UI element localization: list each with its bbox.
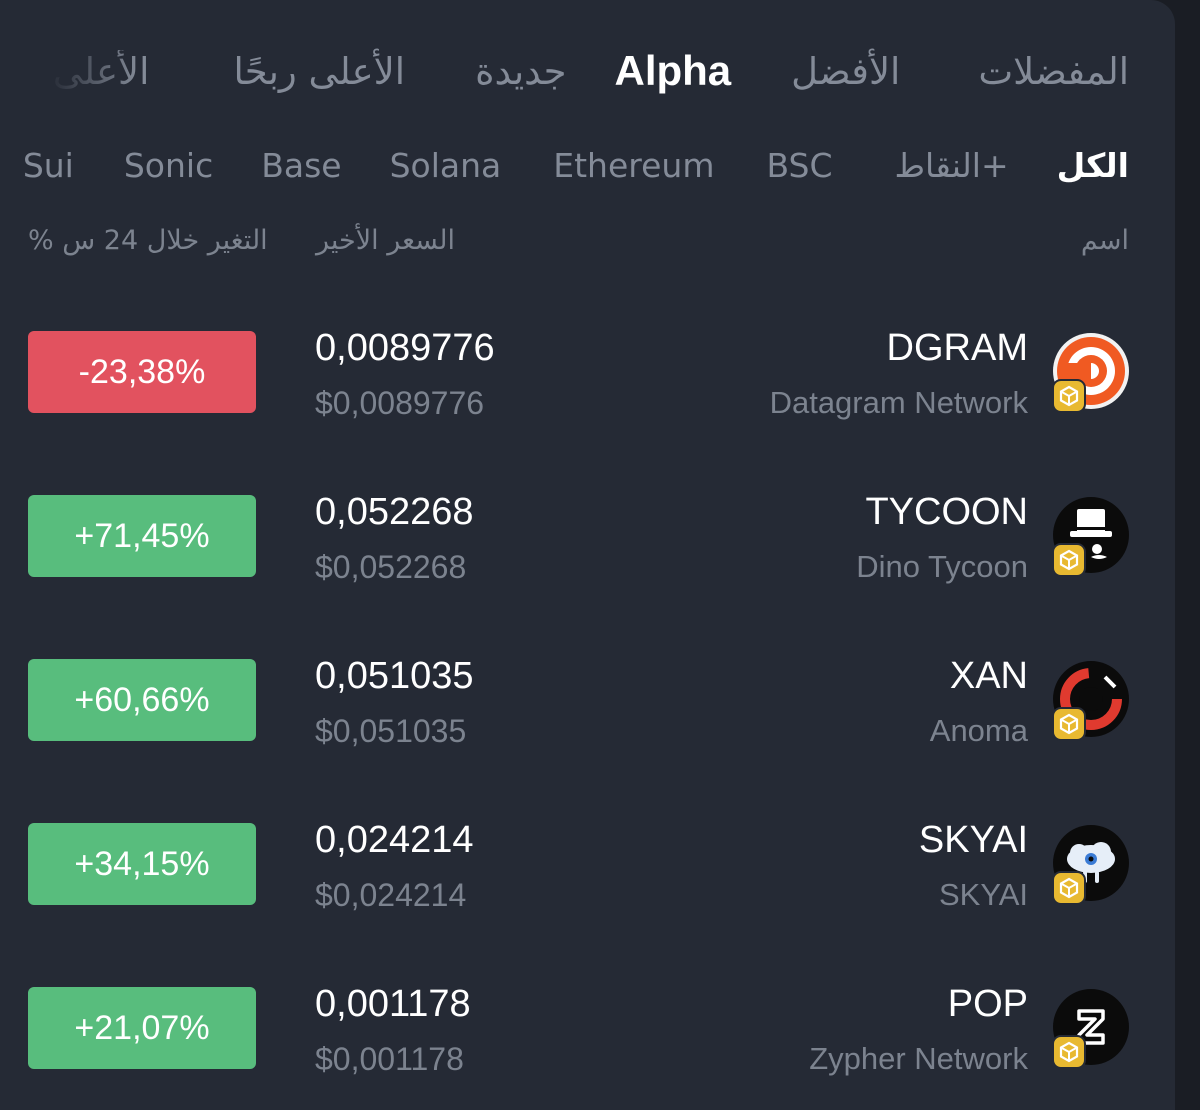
page-edge (1175, 0, 1200, 1110)
tab-new[interactable]: جديدة (475, 50, 566, 93)
price-usd: $0,001178 (315, 1041, 464, 1077)
tab-alpha[interactable]: Alpha (614, 47, 731, 95)
token-list: -23,38% 0,0089776 $0,0089776 DGRAM Datag… (0, 289, 1175, 1109)
header-name[interactable]: اسم (1081, 225, 1129, 256)
price-usd: $0,024214 (315, 877, 467, 913)
token-name: SKYAI (938, 877, 1028, 912)
price-usd: $0,052268 (315, 549, 467, 585)
tab-top-gainers[interactable]: الأعلى ربحًا (233, 50, 405, 93)
chain-base[interactable]: Base (261, 146, 341, 185)
token-symbol: TYCOON (865, 491, 1028, 533)
price-usd: $0,0089776 (315, 385, 485, 421)
token-row[interactable]: -23,38% 0,0089776 $0,0089776 DGRAM Datag… (0, 289, 1175, 453)
token-row[interactable]: +21,07% 0,001178 $0,001178 POP Zypher Ne… (0, 945, 1175, 1109)
token-name: Dino Tycoon (856, 549, 1028, 584)
change-badge[interactable]: +34,15% (28, 823, 256, 905)
token-row[interactable]: +60,66% 0,051035 $0,051035 XAN Anoma (0, 617, 1175, 781)
chain-filter-tabs: الكل النقاط+ BSC Ethereum Solana Base So… (0, 135, 1175, 195)
last-price: 0,051035 (315, 655, 474, 697)
chain-all[interactable]: الكل (1057, 146, 1129, 185)
last-price: 0,0089776 (315, 327, 495, 369)
header-24h-change[interactable]: % التغير خلال 24 س (28, 225, 268, 256)
change-badge[interactable]: +71,45% (28, 495, 256, 577)
token-name: Datagram Network (769, 385, 1028, 420)
last-price: 0,024214 (315, 819, 474, 861)
token-name: Zypher Network (809, 1041, 1028, 1076)
change-badge[interactable]: +60,66% (28, 659, 256, 741)
chain-sui[interactable]: Sui (23, 146, 74, 185)
chain-points[interactable]: النقاط+ (895, 146, 1009, 185)
change-badge[interactable]: +21,07% (28, 987, 256, 1069)
bnb-chain-icon (1052, 871, 1086, 905)
change-badge[interactable]: -23,38% (28, 331, 256, 413)
tab-highest[interactable]: الأعلى (53, 50, 150, 93)
token-symbol: DGRAM (886, 327, 1028, 369)
token-symbol: SKYAI (918, 819, 1028, 861)
tab-favorites[interactable]: المفضلات (978, 50, 1129, 93)
chain-ethereum[interactable]: Ethereum (553, 146, 714, 185)
bnb-chain-icon (1052, 1035, 1086, 1069)
tab-top[interactable]: الأفضل (791, 50, 900, 93)
column-headers: اسم السعر الأخير % التغير خلال 24 س (0, 225, 1175, 275)
bnb-chain-icon (1052, 543, 1086, 577)
token-symbol: POP (947, 983, 1028, 1025)
token-row[interactable]: +34,15% 0,024214 $0,024214 SKYAI SKYAI (0, 781, 1175, 945)
market-panel: المفضلات الأفضل Alpha جديدة الأعلى ربحًا… (0, 0, 1175, 1110)
token-name: Anoma (929, 713, 1028, 748)
last-price: 0,001178 (315, 983, 471, 1025)
chain-bsc[interactable]: BSC (766, 146, 832, 185)
last-price: 0,052268 (315, 491, 474, 533)
chain-solana[interactable]: Solana (390, 146, 502, 185)
price-usd: $0,051035 (315, 713, 467, 749)
bnb-chain-icon (1052, 707, 1086, 741)
bnb-chain-icon (1052, 379, 1086, 413)
header-last-price[interactable]: السعر الأخير (316, 225, 455, 256)
token-symbol: XAN (949, 655, 1028, 697)
token-row[interactable]: +71,45% 0,052268 $0,052268 TYCOON Dino T… (0, 453, 1175, 617)
chain-sonic[interactable]: Sonic (124, 146, 213, 185)
category-tabs: المفضلات الأفضل Alpha جديدة الأعلى ربحًا… (0, 36, 1175, 106)
